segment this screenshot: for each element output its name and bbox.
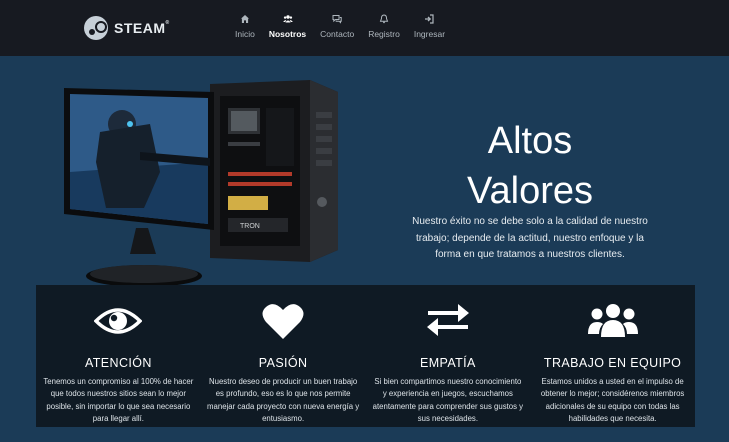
- svg-text:TRON: TRON: [240, 223, 260, 230]
- nav-item-ingresar[interactable]: Ingresar: [407, 14, 452, 39]
- navbar: STEAM® Inicio Nosotros Contacto Registro: [0, 0, 729, 56]
- nav-label: Ingresar: [413, 29, 446, 39]
- eye-icon: [93, 300, 143, 342]
- nav-label: Contacto: [320, 29, 355, 39]
- sign-in-icon: [424, 14, 435, 24]
- nav-label: Nosotros: [268, 29, 307, 39]
- nav-item-registro[interactable]: Registro: [361, 14, 407, 39]
- feature-text: Si bien compartimos nuestro conocimiento…: [372, 377, 524, 424]
- chat-icon: [332, 14, 342, 24]
- brand-name: STEAM®: [114, 20, 170, 36]
- heart-icon: [258, 300, 308, 342]
- feature-title: TRABAJO EN EQUIPO: [543, 356, 682, 370]
- steam-logo-icon: [84, 16, 108, 40]
- exchange-icon: [423, 300, 473, 342]
- bell-icon: [379, 14, 389, 24]
- nav-item-contacto[interactable]: Contacto: [313, 14, 361, 39]
- feature-text: Nuestro deseo de producir un buen trabaj…: [207, 377, 360, 424]
- main-nav: Inicio Nosotros Contacto Registro Ingres…: [228, 14, 452, 39]
- hero-description: Nuestro éxito no se debe solo a la calid…: [412, 216, 648, 260]
- feature-pasion: PASIÓN Nuestro deseo de producir un buen…: [201, 285, 366, 427]
- feature-trabajo-en-equipo: TRABAJO EN EQUIPO Estamos unidos a usted…: [530, 285, 695, 427]
- values-section: ATENCIÓN Tenemos un compromiso al 100% d…: [36, 285, 695, 427]
- home-icon: [240, 14, 250, 24]
- brand-link[interactable]: STEAM®: [84, 15, 170, 41]
- feature-title: PASIÓN: [258, 356, 308, 370]
- feature-title: EMPATÍA: [419, 356, 476, 370]
- nav-item-inicio[interactable]: Inicio: [228, 14, 262, 39]
- feature-atencion: ATENCIÓN Tenemos un compromiso al 100% d…: [36, 285, 201, 427]
- feature-text: Tenemos un compromiso al 100% de hacer q…: [43, 377, 194, 424]
- gaming-pc-image: TRON: [64, 80, 338, 287]
- feature-empatia: EMPATÍA Si bien compartimos nuestro cono…: [366, 285, 531, 427]
- nav-item-nosotros[interactable]: Nosotros: [262, 14, 313, 39]
- feature-text: Estamos unidos a usted en el impulso de …: [540, 377, 685, 424]
- team-icon: [587, 300, 638, 342]
- feature-title: ATENCIÓN: [84, 356, 152, 370]
- users-icon: [282, 14, 293, 24]
- hero-section: TRON Altos Valores Nuestro éxito no se d…: [0, 56, 729, 287]
- hero-title: Altos Valores: [466, 120, 594, 212]
- nav-label: Registro: [368, 29, 400, 39]
- nav-label: Inicio: [235, 29, 255, 39]
